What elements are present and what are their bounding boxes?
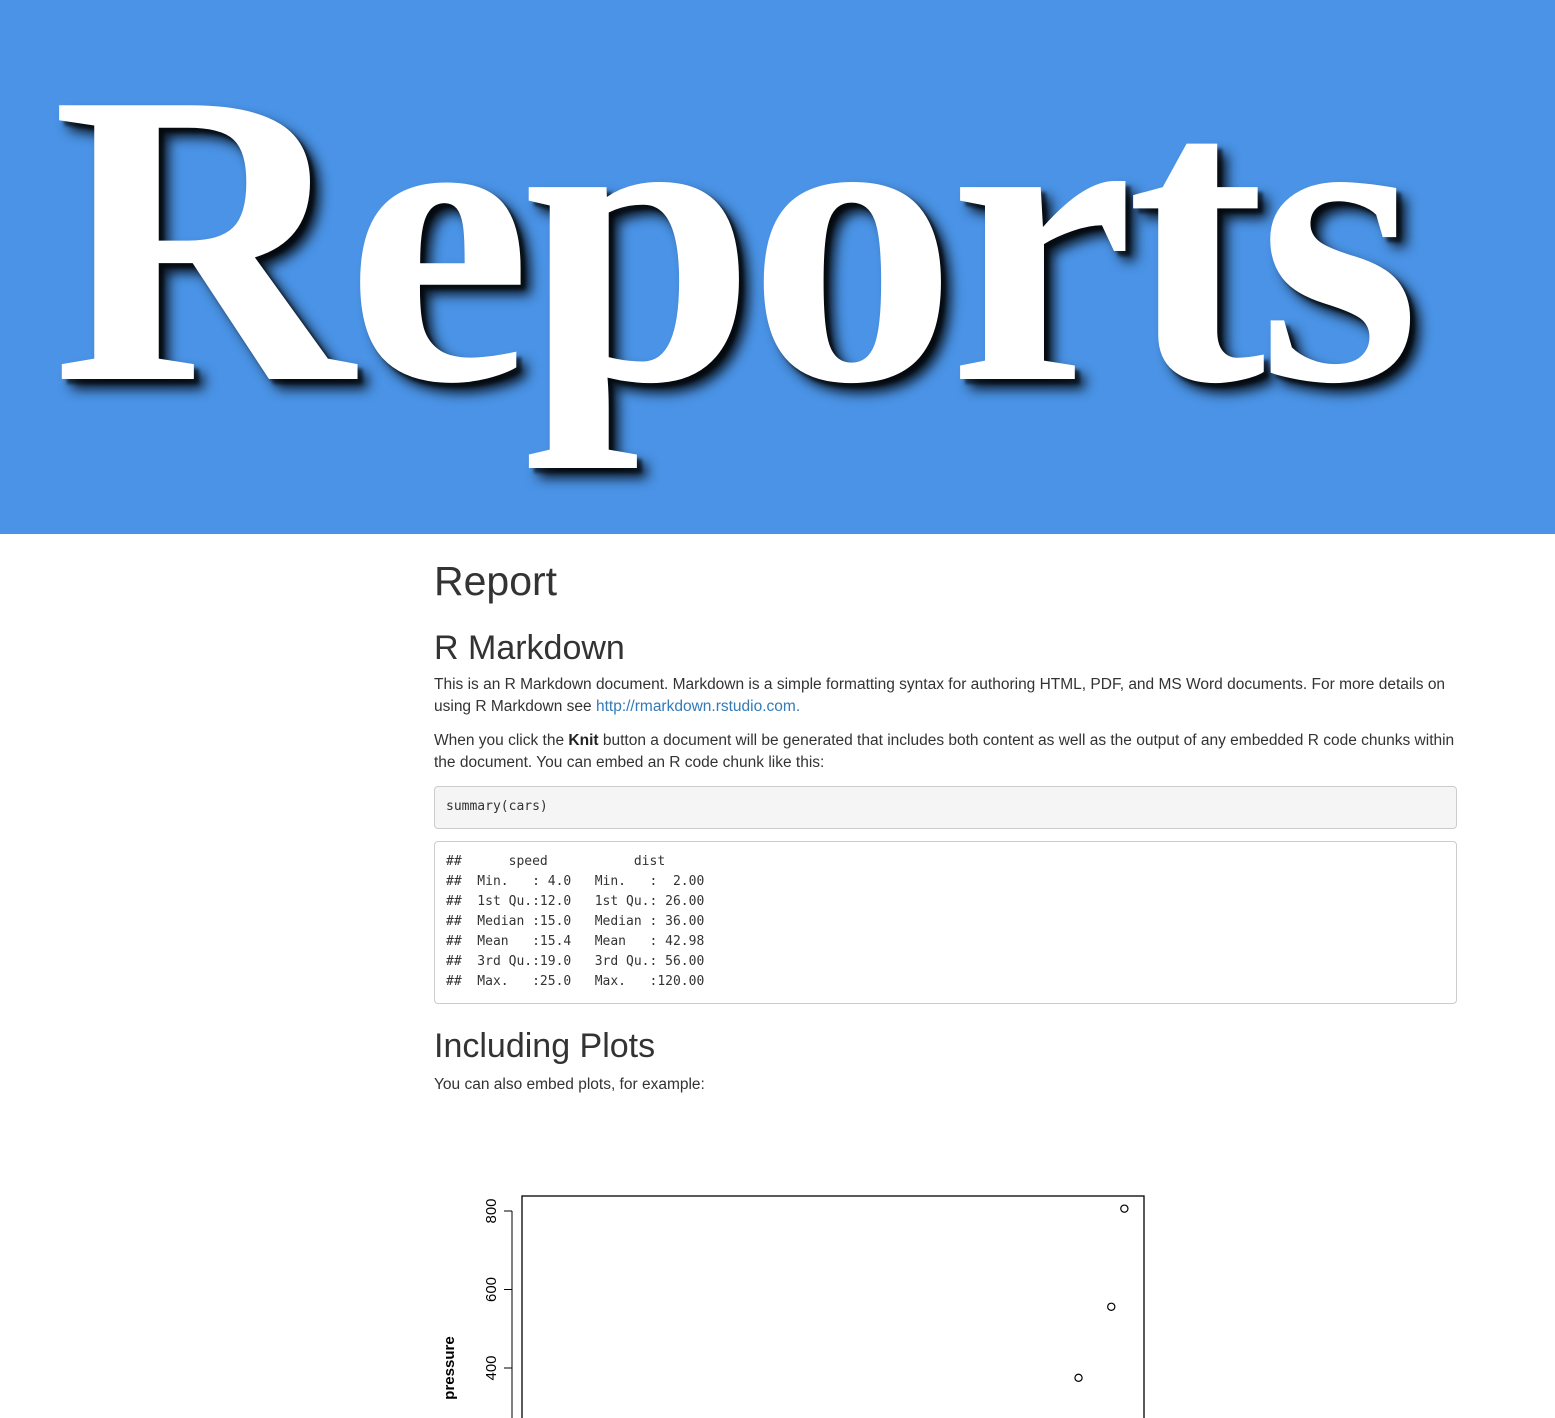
banner-title: Reports — [52, 8, 1420, 470]
knit-text-before: When you click the — [434, 732, 569, 749]
output-line: ## Mean :15.4 Mean : 42.98 — [446, 934, 720, 949]
data-point — [1120, 1204, 1129, 1213]
y-axis: 400 600 800 — [483, 1198, 513, 1418]
data-point — [1074, 1373, 1083, 1383]
intro-text: This is an R Markdown document. Markdown… — [434, 676, 1446, 715]
code-chunk: summary(cars) — [434, 786, 1457, 829]
knit-paragraph: When you click the Knit button a documen… — [434, 730, 1457, 774]
output-line: ## speed dist — [446, 854, 720, 869]
y-tick-label: 400 — [483, 1355, 500, 1380]
y-axis-label: pressure — [441, 1336, 458, 1399]
plots-paragraph: You can also embed plots, for example: — [434, 1076, 705, 1093]
section-heading-including-plots: Including Plots — [434, 1027, 656, 1065]
report-content: Report R Markdown This is an R Markdown … — [434, 534, 1457, 1096]
report-banner: Reports — [0, 0, 1555, 534]
y-tick-label: 600 — [483, 1277, 500, 1302]
intro-paragraph: This is an R Markdown document. Markdown… — [434, 674, 1457, 718]
data-point — [1107, 1302, 1116, 1311]
knit-bold: Knit — [568, 732, 599, 749]
output-line: ## Median :15.0 Median : 36.00 — [446, 914, 720, 929]
section-heading-r-markdown: R Markdown — [434, 629, 625, 667]
pressure-scatter-plot: 400 600 800 pressure — [441, 1195, 1145, 1418]
plot-frame — [521, 1195, 1145, 1418]
y-tick-label: 800 — [483, 1198, 500, 1223]
output-line: ## Max. :25.0 Max. :120.00 — [446, 974, 720, 989]
rmarkdown-link[interactable]: http://rmarkdown.rstudio.com. — [596, 698, 800, 715]
output-line: ## Min. : 4.0 Min. : 2.00 — [446, 874, 720, 889]
output-line: ## 1st Qu.:12.0 1st Qu.: 26.00 — [446, 894, 720, 909]
page-title: Report — [434, 558, 558, 604]
code-output: ## speed dist ## Min. : 4.0 Min. : 2.00 … — [434, 841, 1457, 1004]
output-line: ## 3rd Qu.:19.0 3rd Qu.: 56.00 — [446, 954, 720, 969]
data-points — [1074, 1204, 1129, 1383]
